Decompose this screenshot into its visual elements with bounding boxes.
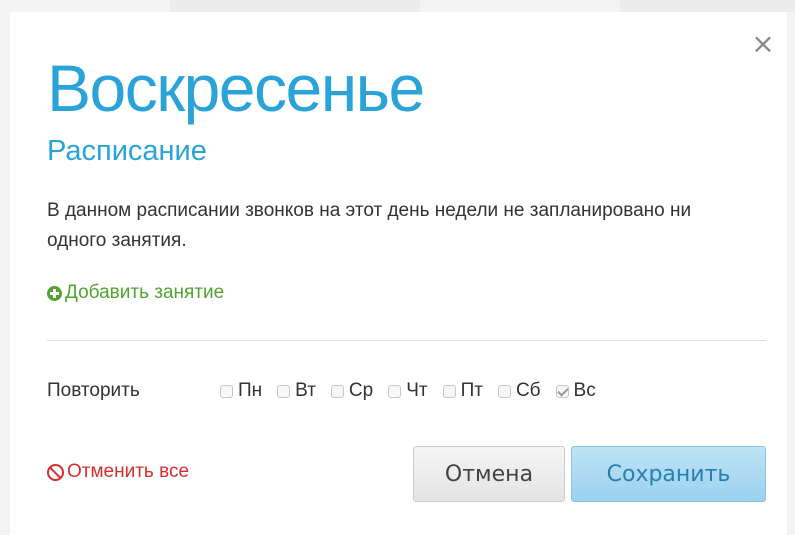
- dialog-title: Воскресенье: [47, 51, 425, 125]
- checkbox-checked-icon[interactable]: [555, 384, 569, 398]
- day-label: Ср: [348, 380, 374, 401]
- checkbox-icon[interactable]: [277, 384, 291, 398]
- repeat-label: Повторить: [47, 380, 140, 401]
- checkbox-icon[interactable]: [497, 384, 511, 398]
- cancel-all-label: Отменить все: [67, 461, 190, 482]
- checkbox-icon[interactable]: [442, 384, 456, 398]
- save-button[interactable]: Сохранить: [571, 446, 766, 502]
- plus-circle-icon: [47, 285, 62, 301]
- checkbox-icon[interactable]: [220, 384, 233, 398]
- cancel-button[interactable]: Отмена: [413, 446, 565, 502]
- empty-schedule-message: В данном расписании звонков на этот день…: [47, 200, 692, 251]
- day-label: Пн: [238, 380, 263, 401]
- day-label: Сб: [515, 380, 541, 401]
- divider: [47, 340, 766, 341]
- day-label: Пт: [460, 380, 483, 401]
- checkbox-icon[interactable]: [388, 384, 402, 398]
- day-checkbox-tue[interactable]: Вт: [277, 380, 316, 402]
- backdrop-streak: [620, 0, 795, 12]
- day-checkbox-thu[interactable]: Чт: [388, 380, 428, 402]
- day-checkbox-sat[interactable]: Сб: [497, 380, 541, 402]
- day-checkbox-fri[interactable]: Пт: [442, 380, 483, 402]
- day-checkbox-wed[interactable]: Ср: [330, 380, 374, 402]
- add-lesson-link[interactable]: Добавить занятие: [47, 279, 224, 307]
- backdrop-streak: [170, 0, 420, 12]
- day-label: Вт: [295, 380, 316, 401]
- close-icon[interactable]: ×: [749, 30, 777, 58]
- day-checkbox-mon[interactable]: Пн: [220, 380, 262, 402]
- ban-icon: [47, 463, 64, 481]
- day-checkbox-sun[interactable]: Вс: [555, 380, 596, 402]
- repeat-row: Повторить Пн Вт Ср Чт Пт Сб Вс: [47, 376, 596, 406]
- checkbox-icon[interactable]: [330, 384, 344, 398]
- dialog-subtitle: Расписание: [47, 135, 207, 167]
- cancel-all-link[interactable]: Отменить все: [47, 458, 189, 486]
- add-lesson-label: Добавить занятие: [65, 282, 225, 303]
- day-label: Вс: [573, 380, 596, 401]
- day-label: Чт: [406, 380, 428, 401]
